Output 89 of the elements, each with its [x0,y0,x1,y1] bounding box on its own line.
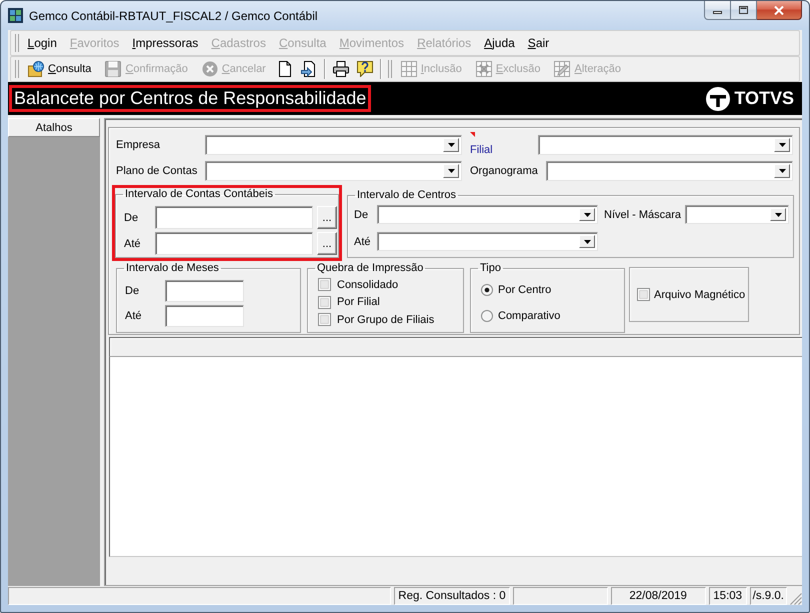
checkbox-label: Por Grupo de Filiais [337,314,434,326]
checkbox-label: Por Filial [337,296,380,308]
dropdown-button[interactable] [443,164,459,178]
caret-down-icon [584,240,590,244]
group-title: Intervalo de Meses [125,262,220,275]
gripper-handle[interactable] [15,34,19,52]
gripper-handle[interactable] [15,60,19,78]
group-title: Tipo [479,262,502,275]
menu-item[interactable]: Impressoras [126,36,205,50]
logo-text: TOTVS [734,88,794,109]
menu-item[interactable]: Sair [521,36,556,50]
logo-icon [706,86,730,110]
text-field[interactable] [155,206,313,229]
field-label: Até [354,236,372,248]
printer-icon [332,61,349,77]
caret-down-icon [778,143,786,147]
dropdown-button[interactable] [770,208,786,221]
cancel-icon [202,61,218,77]
field-label: Filial [470,144,493,156]
dropdown-button[interactable] [579,208,595,221]
version-text: /s.9.0. [750,587,787,605]
text-field[interactable] [165,305,244,327]
menu-item[interactable]: Ajuda [478,36,522,50]
gripper-handle[interactable] [388,60,392,78]
record-count-text: Reg. Consultados : 0 [394,587,510,605]
minimize-icon [713,11,722,14]
close-button[interactable] [757,1,802,20]
caret-down-icon [448,169,454,173]
field-label: De [124,212,140,224]
field-label: Até [125,310,143,322]
field-label: Nível - Máscara [604,208,682,220]
grid-pencil-icon [554,61,570,77]
page-title: Balancete por Centros de Responsabilidade [14,88,366,109]
grid-x-icon [476,61,492,77]
dropdown-field[interactable] [546,161,793,181]
field-label: Organograma [470,165,538,177]
field-label: De [125,285,140,297]
dropdown-field[interactable] [377,205,598,224]
page-arrow-icon [300,61,317,77]
caret-down-icon [778,169,786,173]
caret-down-icon [774,212,782,216]
checkbox-label: Arquivo Magnético [654,288,746,300]
field-label: Até [124,238,142,250]
dropdown-button[interactable] [579,235,595,248]
close-icon [774,6,784,14]
window-title: Gemco Contábil-RBTAUT_FISCAL2 / Gemco Contábil [29,9,318,23]
checkbox[interactable] [637,288,650,301]
caret-down-icon [584,212,590,216]
radio-button[interactable] [481,310,493,322]
dropdown-field[interactable] [205,135,462,155]
group-title: Intervalo de Centros [356,189,458,202]
group-title: Intervalo de Contas Contábeis [124,188,274,201]
field-label: De [354,208,370,220]
time-text: 15:03 [708,587,747,605]
app-icon [8,8,23,23]
dropdown-field[interactable] [377,232,598,251]
maximize-icon [739,6,748,14]
field-label: Empresa [116,139,160,151]
radio-label: Por Centro [498,284,552,296]
date-text: 22/08/2019 [610,587,706,605]
folder-globe-icon [28,61,44,77]
caret-down-icon [448,143,454,147]
dropdown-field[interactable] [538,135,793,155]
checkbox[interactable] [318,278,331,292]
lookup-button[interactable]: ... [317,232,337,255]
radio-label: Comparativo [498,310,560,322]
help-icon [356,61,373,77]
page-icon [276,61,293,77]
radio-button[interactable] [481,284,493,296]
dropdown-field[interactable] [685,205,789,224]
lookup-button[interactable]: ... [317,206,337,229]
grid-sheet-icon [400,61,417,77]
text-field[interactable] [155,232,313,255]
dropdown-button[interactable] [774,164,790,178]
dropdown-button[interactable] [443,138,459,152]
resize-grip-icon [790,593,802,605]
checkbox[interactable] [318,296,331,309]
shortcuts-button[interactable]: Atalhos [8,118,100,137]
maximize-button[interactable] [731,1,757,20]
group-title: Quebra de Impressão [316,262,424,275]
toolbar-button[interactable]: Consulta [21,58,98,80]
field-label: Plano de Contas [116,165,198,177]
text-field[interactable] [165,280,244,302]
minimize-button[interactable] [704,1,731,20]
checkbox-label: Consolidado [337,278,398,291]
dropdown-field[interactable] [205,161,462,181]
dropdown-button[interactable] [774,138,790,152]
menu-item[interactable]: Login [21,36,64,50]
checkbox[interactable] [318,313,331,326]
